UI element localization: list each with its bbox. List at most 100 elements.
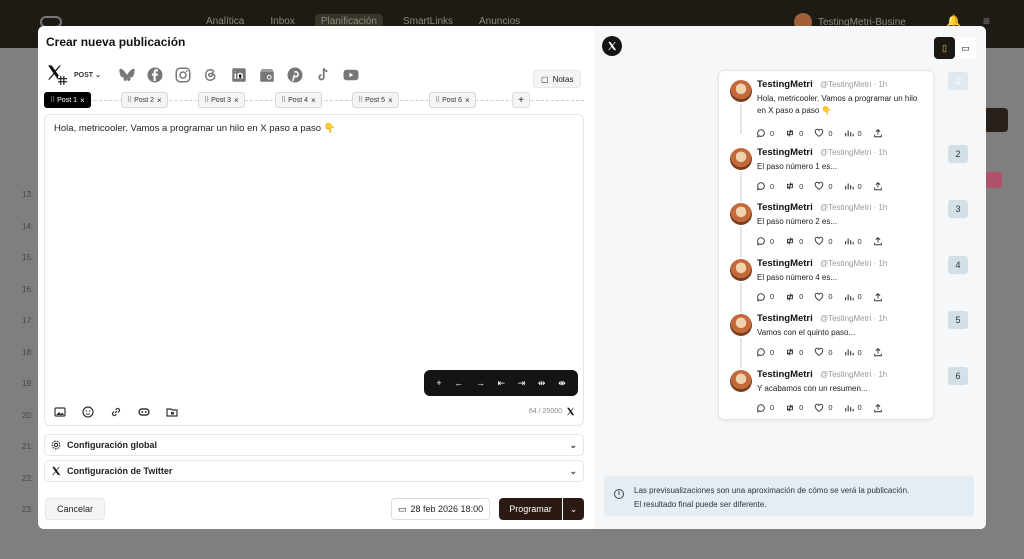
create-post-modal: Crear nueva publicación POST ⌄ ▢ Notas ⠿…: [38, 26, 986, 529]
media-library-icon[interactable]: [165, 405, 179, 419]
tab-post-4[interactable]: ⠿ Post 4 ×: [275, 92, 322, 108]
split-left-icon[interactable]: ⇤: [498, 378, 506, 389]
image-icon[interactable]: [53, 405, 67, 419]
arrow-right-icon[interactable]: →: [476, 378, 485, 388]
avatar: [730, 314, 752, 337]
facebook-icon[interactable]: [145, 65, 165, 85]
desktop-icon[interactable]: ▭: [955, 37, 976, 59]
close-icon[interactable]: ×: [80, 96, 85, 105]
reply-icon: [756, 181, 766, 191]
tiktok-icon[interactable]: [313, 65, 333, 85]
schedule-options-button[interactable]: ⌄: [563, 498, 584, 520]
share-action: [873, 236, 883, 246]
tab-post-6[interactable]: ⠿ Post 6 ×: [429, 92, 476, 108]
retweet-count: 0: [799, 347, 804, 357]
tab-post-5[interactable]: ⠿ Post 5 ×: [352, 92, 399, 108]
post-type-select[interactable]: POST ⌄: [74, 71, 101, 80]
schedule-button[interactable]: Programar: [499, 498, 562, 520]
retweet-icon: [785, 347, 795, 357]
add-icon[interactable]: +: [436, 378, 441, 388]
close-icon[interactable]: ×: [157, 96, 162, 105]
add-post-button[interactable]: +: [512, 92, 530, 108]
share-icon: [873, 292, 883, 302]
reply-count: 0: [770, 236, 775, 246]
post-editor[interactable]: Hola, metricooler. Vamos a programar un …: [44, 114, 584, 426]
arrow-left-icon[interactable]: ←: [454, 378, 463, 388]
drag-handle-icon[interactable]: ⠿: [204, 96, 209, 104]
tab-post-1[interactable]: ⠿ Post 1 ×: [44, 92, 91, 108]
reply-count: 0: [770, 292, 775, 302]
reply-count: 0: [770, 128, 775, 138]
cancel-button[interactable]: Cancelar: [45, 498, 106, 520]
emoji-icon[interactable]: [81, 405, 95, 419]
close-icon[interactable]: ×: [388, 96, 393, 105]
split-right-icon[interactable]: ⇥: [518, 378, 526, 389]
tab-post-3[interactable]: ⠿ Post 3 ×: [198, 92, 245, 108]
views-count: 0: [857, 347, 862, 357]
twitter-config-accordion[interactable]: Configuración de Twitter ⌄: [44, 460, 584, 482]
heart-icon: [814, 403, 824, 413]
hour-label: 15:: [22, 253, 34, 262]
retweet-count: 0: [799, 236, 804, 246]
like-action: 0: [814, 347, 833, 357]
drag-handle-icon[interactable]: ⠿: [50, 96, 55, 104]
retweet-icon: [785, 403, 795, 413]
tweet-author-name: TestingMetri: [757, 147, 813, 158]
views-action: 0: [844, 292, 862, 302]
mobile-icon[interactable]: ▯: [934, 37, 955, 59]
editor-text[interactable]: Hola, metricooler. Vamos a programar un …: [54, 123, 336, 134]
hour-label: 17:: [22, 316, 34, 325]
ai-assistant-icon[interactable]: [137, 405, 151, 419]
close-icon[interactable]: ×: [234, 96, 239, 105]
reply-action: 0: [756, 292, 774, 302]
like-count: 0: [828, 236, 833, 246]
close-icon[interactable]: ×: [311, 96, 316, 105]
tweet-preview: TestingMetri @TestingMetri · 1h El paso nú…: [719, 198, 935, 258]
calendar-hours: 13: 14: 15: 16: 17: 18: 19: 20: 21: 22: …: [22, 190, 33, 537]
x-icon[interactable]: [602, 36, 622, 56]
character-counter: 64 / 25000: [529, 407, 575, 416]
close-icon[interactable]: ×: [465, 96, 470, 105]
chevron-down-icon: ⌄: [569, 439, 577, 450]
tweet-handle: @TestingMetri · 1h: [820, 314, 888, 324]
notes-label: Notas: [552, 74, 574, 84]
youtube-icon[interactable]: [341, 65, 361, 85]
thread-format-toolbar: + ← → ⇤ ⇥ ⇹ ⇼: [424, 370, 578, 396]
reply-count: 0: [770, 347, 775, 357]
notes-button[interactable]: ▢ Notas: [533, 70, 582, 88]
global-config-accordion[interactable]: Configuración global ⌄: [44, 434, 584, 456]
pinterest-icon[interactable]: [285, 65, 305, 85]
tweet-preview: TestingMetri @TestingMetri · 1h El paso nú…: [719, 254, 935, 313]
threads-icon[interactable]: [201, 65, 221, 85]
date-picker-button[interactable]: ▭ 28 feb 2026 18:00: [391, 498, 491, 520]
hour-label: 14:: [22, 221, 34, 231]
split-all-icon[interactable]: ⇼: [558, 378, 566, 389]
bluesky-icon[interactable]: [117, 65, 137, 85]
linkedin-icon[interactable]: [229, 65, 249, 85]
drag-handle-icon[interactable]: ⠿: [435, 96, 440, 104]
instagram-icon[interactable]: [173, 65, 193, 85]
google-business-icon[interactable]: [257, 65, 277, 85]
gear-icon: [51, 440, 61, 450]
twitter-config-label: Configuración de Twitter: [67, 466, 173, 476]
device-toggle: ▯ ▭: [934, 37, 976, 59]
tab-label: Post 6: [442, 96, 462, 104]
drag-handle-icon[interactable]: ⠿: [127, 96, 132, 104]
tweet-actions: 0 0 0 0: [756, 181, 883, 191]
drag-handle-icon[interactable]: ⠿: [358, 96, 363, 104]
tweet-actions: 0 0 0 0: [756, 347, 883, 357]
like-count: 0: [828, 347, 833, 357]
tab-post-2[interactable]: ⠿ Post 2 ×: [121, 92, 168, 108]
split-center-icon[interactable]: ⇹: [538, 378, 546, 389]
reply-action: 0: [756, 347, 774, 357]
share-icon: [873, 403, 883, 413]
drag-handle-icon[interactable]: ⠿: [281, 96, 286, 104]
x-icon[interactable]: [46, 64, 68, 86]
reply-action: 0: [756, 181, 774, 191]
tweet-actions: 0 0 0 0: [756, 292, 883, 302]
date-label: 28 feb 2026 18:00: [410, 504, 484, 514]
editor-panel: Crear nueva publicación POST ⌄ ▢ Notas ⠿…: [38, 26, 594, 529]
link-icon[interactable]: [109, 405, 123, 419]
tweet-author-name: TestingMetri: [757, 313, 813, 325]
tweet-handle: @TestingMetri · 1h: [820, 258, 888, 268]
